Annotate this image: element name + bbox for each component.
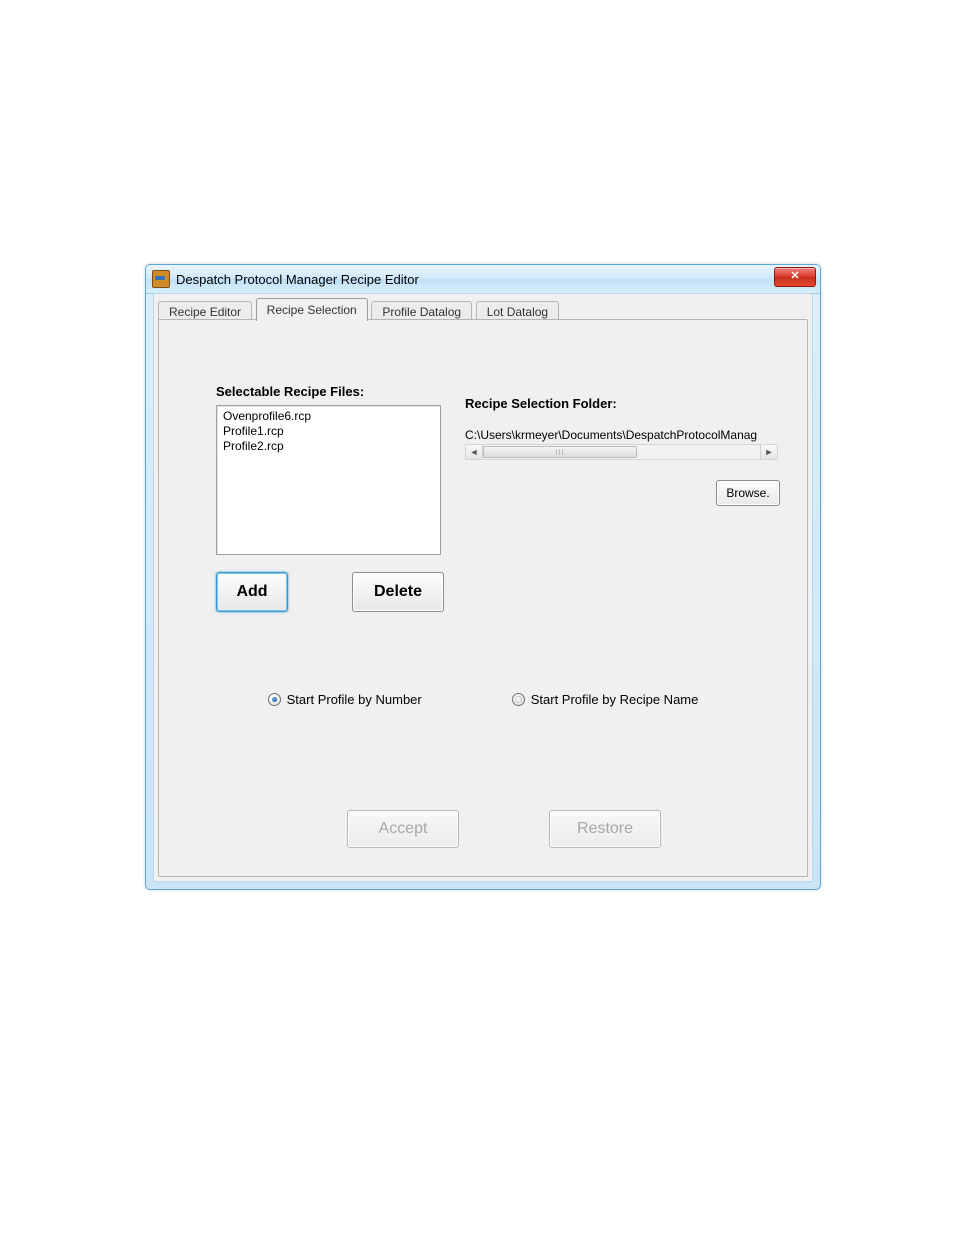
tab-recipe-selection[interactable]: Recipe Selection <box>256 298 368 321</box>
delete-button[interactable]: Delete <box>352 572 444 612</box>
list-item[interactable]: Profile2.rcp <box>223 439 434 454</box>
add-button-label: Add <box>236 583 267 601</box>
accept-button[interactable]: Accept <box>347 810 459 848</box>
scroll-right-icon[interactable]: ► <box>760 445 777 459</box>
radio-start-by-name[interactable]: Start Profile by Recipe Name <box>512 692 699 707</box>
accept-button-label: Accept <box>379 820 428 838</box>
radio-by-number-label: Start Profile by Number <box>287 692 422 707</box>
title-bar[interactable]: Despatch Protocol Manager Recipe Editor … <box>146 265 820 294</box>
delete-button-label: Delete <box>374 583 422 601</box>
start-mode-radios: Start Profile by Number Start Profile by… <box>159 692 807 707</box>
list-item[interactable]: Ovenprofile6.rcp <box>223 409 434 424</box>
browse-button[interactable]: Browse. <box>716 480 780 506</box>
path-horizontal-scrollbar[interactable]: ◄ ► <box>465 444 778 460</box>
restore-button-label: Restore <box>577 820 633 838</box>
close-icon: ✕ <box>790 270 799 282</box>
radio-dot-icon <box>268 693 281 706</box>
app-window: Despatch Protocol Manager Recipe Editor … <box>145 264 821 890</box>
scroll-left-icon[interactable]: ◄ <box>466 445 483 459</box>
recipe-files-listbox[interactable]: Ovenprofile6.rcp Profile1.rcp Profile2.r… <box>216 405 441 555</box>
window-title: Despatch Protocol Manager Recipe Editor <box>176 272 419 287</box>
app-icon <box>152 270 170 288</box>
tab-page-recipe-selection: Selectable Recipe Files: Ovenprofile6.rc… <box>158 319 808 877</box>
scroll-track[interactable] <box>483 445 760 459</box>
selection-folder-label: Recipe Selection Folder: <box>465 396 617 411</box>
tab-strip: Recipe Editor Recipe Selection Profile D… <box>158 298 808 320</box>
radio-dot-icon <box>512 693 525 706</box>
selectable-files-label: Selectable Recipe Files: <box>216 384 364 399</box>
scroll-thumb[interactable] <box>483 446 637 458</box>
radio-by-name-label: Start Profile by Recipe Name <box>531 692 699 707</box>
browse-button-label: Browse. <box>726 486 769 500</box>
close-button[interactable]: ✕ <box>774 267 816 287</box>
restore-button[interactable]: Restore <box>549 810 661 848</box>
folder-path-box: C:\Users\krmeyer\Documents\DespatchProto… <box>465 428 778 460</box>
radio-start-by-number[interactable]: Start Profile by Number <box>268 692 422 707</box>
folder-path-value[interactable]: C:\Users\krmeyer\Documents\DespatchProto… <box>465 428 778 442</box>
add-button[interactable]: Add <box>216 572 288 612</box>
list-item[interactable]: Profile1.rcp <box>223 424 434 439</box>
client-area: Recipe Editor Recipe Selection Profile D… <box>153 293 813 882</box>
